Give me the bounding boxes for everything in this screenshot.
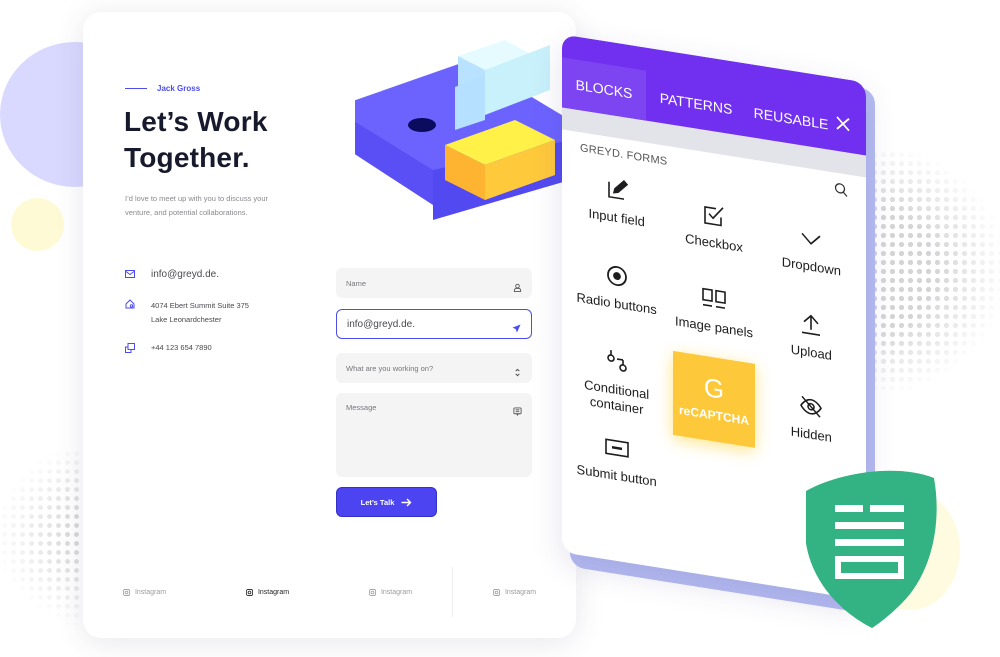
message-textarea[interactable]: Message <box>336 393 532 477</box>
address-line-2: Lake Leonardchester <box>151 315 222 324</box>
message-placeholder: Message <box>346 403 377 412</box>
lets-talk-button[interactable]: Let’s Talk <box>336 487 437 517</box>
social-link-instagram[interactable]: Instagram <box>329 567 452 617</box>
message-icon <box>513 403 522 416</box>
title-line-1: Let’s Work <box>124 106 268 137</box>
block-label: Radio buttons <box>576 289 657 318</box>
arrow-right-icon <box>401 498 412 506</box>
user-icon <box>513 279 522 292</box>
contact-email: info@greyd.de. <box>125 269 219 280</box>
block-submit-button[interactable]: Submit button <box>568 420 665 521</box>
block-recaptcha[interactable]: G reCAPTCHA <box>673 350 755 448</box>
decorative-yellow-circle <box>11 198 64 251</box>
instagram-icon <box>122 588 130 596</box>
block-label: Submit button <box>576 461 657 490</box>
greyd-forms-shield-logo <box>806 470 937 628</box>
email-input-value: info@greyd.de. <box>347 318 415 330</box>
edit-icon <box>607 179 628 200</box>
section-label: GREYD. FORMS <box>580 142 668 169</box>
instagram-icon <box>368 588 376 596</box>
instagram-icon <box>492 588 500 596</box>
block-label: reCAPTCHA <box>678 402 749 428</box>
social-label: Instagram <box>504 588 537 596</box>
intro-text: I’d love to meet up with you to discuss … <box>125 194 268 217</box>
block-label: Hidden <box>790 423 832 446</box>
block-upload[interactable]: Upload <box>763 279 860 380</box>
block-input-field[interactable]: Input field <box>568 162 665 263</box>
block-label: Input field <box>588 205 645 230</box>
block-checkbox[interactable]: Checkbox <box>665 178 762 279</box>
address-line-1: 4074 Ebert Summit Suite 375 <box>151 301 249 310</box>
project-select-placeholder: What are you working on? <box>346 363 434 373</box>
isometric-blocks-illustration <box>355 40 570 220</box>
page-title: Let’s Work Together. <box>124 104 268 176</box>
social-label: Instagram <box>134 588 167 596</box>
contact-address: 4074 Ebert Summit Suite 375 Lake Leonard… <box>125 299 249 327</box>
send-icon <box>512 320 521 333</box>
name-placeholder: Name <box>346 278 367 288</box>
upload-icon <box>802 314 821 337</box>
name-input[interactable]: Name <box>336 268 532 298</box>
social-label: Instagram <box>257 588 290 596</box>
author-name: Jack Gross <box>157 84 201 93</box>
phone-text[interactable]: +44 123 654 7890 <box>151 343 212 352</box>
contact-phone: +44 123 654 7890 <box>125 343 212 353</box>
instagram-icon <box>245 588 253 596</box>
decorative-dot-pattern-right <box>870 150 1000 390</box>
block-image-panels[interactable]: Image panels <box>665 264 762 365</box>
email-text[interactable]: info@greyd.de. <box>151 269 219 280</box>
checkbox-icon <box>704 206 724 227</box>
close-icon[interactable] <box>836 116 850 132</box>
radio-icon <box>606 265 627 286</box>
block-label: Image panels <box>674 313 754 341</box>
social-links: Instagram Instagram Instagram Instagram <box>83 567 576 617</box>
mail-icon <box>125 269 135 279</box>
social-link-instagram[interactable]: Instagram <box>206 567 329 617</box>
block-label: Upload <box>790 341 832 364</box>
block-hidden[interactable]: Hidden <box>763 365 860 466</box>
google-g-icon: G <box>703 371 725 405</box>
title-line-2: Together. <box>124 142 250 173</box>
block-label: Checkbox <box>685 230 743 255</box>
block-radio-buttons[interactable]: Radio buttons <box>568 248 665 349</box>
conditional-icon <box>606 349 627 372</box>
block-dropdown[interactable]: Dropdown <box>763 193 860 294</box>
block-conditional-container[interactable]: Conditional container <box>568 334 665 435</box>
slab-hole <box>408 118 436 132</box>
lets-talk-label: Let’s Talk <box>360 497 395 507</box>
search-icon[interactable] <box>834 181 848 197</box>
eye-off-icon <box>800 395 823 418</box>
eyebrow: Jack Gross <box>125 84 200 93</box>
eyebrow-line <box>125 88 147 89</box>
chevron-down-icon <box>801 232 821 245</box>
social-label: Instagram <box>380 588 413 596</box>
submit-button-icon <box>604 438 629 458</box>
block-label: Dropdown <box>781 254 841 279</box>
social-link-instagram[interactable]: Instagram <box>83 567 206 617</box>
phone-icon <box>125 343 135 353</box>
shield-shape <box>806 470 937 628</box>
image-panels-icon <box>702 287 726 309</box>
email-input[interactable]: info@greyd.de. <box>336 309 532 339</box>
project-select[interactable]: What are you working on? <box>336 353 532 383</box>
home-icon <box>125 299 135 309</box>
block-label: Conditional container <box>584 376 650 418</box>
select-arrows-icon <box>513 364 522 376</box>
social-link-instagram[interactable]: Instagram <box>452 567 576 617</box>
